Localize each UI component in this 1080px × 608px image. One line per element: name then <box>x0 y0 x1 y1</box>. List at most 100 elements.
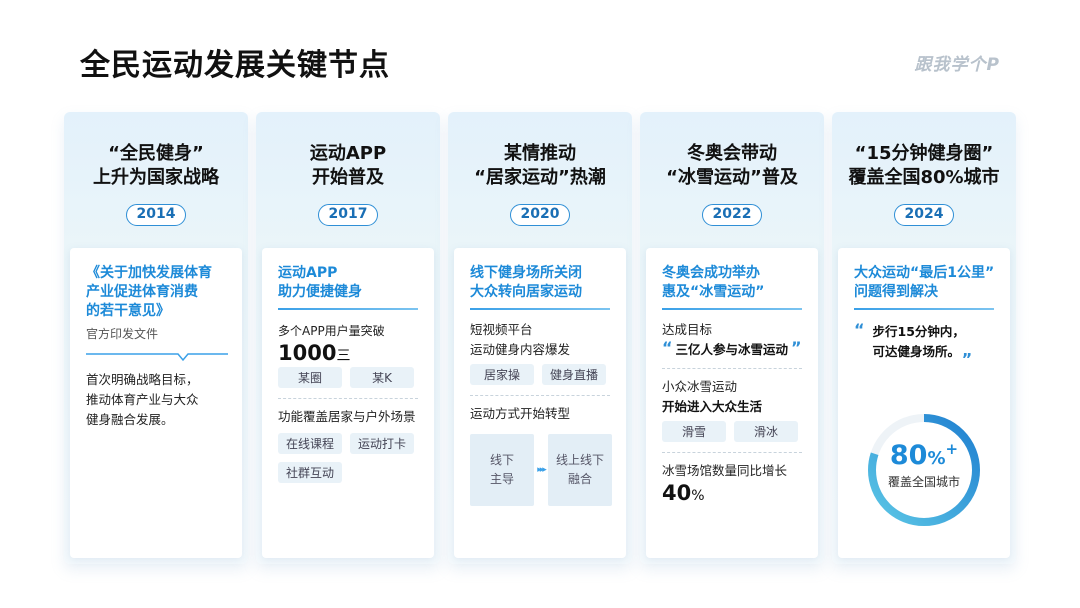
goal-text: 三亿人参与冰雪运动 <box>675 342 789 357</box>
flow-to-box: 线上线下 融合 <box>548 434 612 506</box>
flow-text: 融合 <box>567 472 592 486</box>
growth-number: 40 <box>662 481 692 505</box>
column-2014: “全民健身” 上升为国家战略 2014 《关于加快发展体育 产业促进体育消费 的… <box>64 112 248 564</box>
growth-value: 40% <box>662 481 804 505</box>
quote-open-icon: “ <box>662 338 673 357</box>
milestone-card: 冬奥会成功举办 惠及“冰雪运动” 达成目标 “ 三亿人参与冰雪运动 ” 小众冰雪… <box>646 248 818 558</box>
card-title-line: 大众运动“最后1公里” <box>854 265 995 281</box>
tag: 滑冰 <box>734 421 798 442</box>
milestone-card: 线下健身场所关闭 大众转向居家运动 短视频平台 运动健身内容爆发 居家操 健身直… <box>454 248 626 558</box>
heading-line: “居家运动”热潮 <box>474 167 606 188</box>
quote-close-icon: ” <box>791 338 802 357</box>
year-badge: 2014 <box>126 204 186 226</box>
body-line: 推动体育产业与大众 <box>86 392 199 407</box>
timeline-columns: “全民健身” 上升为国家战略 2014 《关于加快发展体育 产业促进体育消费 的… <box>64 112 1016 564</box>
heading-line: 覆盖全国80%城市 <box>848 167 1000 188</box>
page-title: 全民运动发展关键节点 <box>80 48 390 83</box>
column-heading: 运动APP 开始普及 <box>256 142 440 190</box>
tag: 在线课程 <box>278 433 342 454</box>
tag: 运动打卡 <box>350 433 414 454</box>
card-title: 线下健身场所关闭 大众转向居家运动 <box>470 264 612 302</box>
card-title-line: 问题得到解决 <box>854 284 938 300</box>
flow-text: 主导 <box>489 472 514 486</box>
tag-group: 某圈 某K <box>278 367 420 388</box>
heading-line: 上升为国家战略 <box>93 167 219 188</box>
body-line: 首次明确战略目标， <box>86 372 199 387</box>
body-line: 运动健身内容爆发 <box>470 342 571 357</box>
heading-line: 冬奥会带动 <box>687 143 777 164</box>
card-title: 大众运动“最后1公里” 问题得到解决 <box>854 264 996 302</box>
transition-flow: 线下主导 ▸▸▸ 线上线下 融合 <box>470 434 612 506</box>
column-heading: 某情推动 “居家运动”热潮 <box>448 142 632 190</box>
venue-growth-label: 冰雪场馆数量同比增长 <box>662 463 788 478</box>
card-title-line: 助力便捷健身 <box>278 284 362 300</box>
column-2022: 冬奥会带动 “冰雪运动”普及 2022 冬奥会成功举办 惠及“冰雪运动” 达成目… <box>640 112 824 564</box>
body-line: 短视频平台 <box>470 322 533 337</box>
year-badge: 2024 <box>894 204 954 226</box>
card-title-line: 《关于加快发展体育 <box>86 265 212 281</box>
ring-number: 80 <box>889 440 928 471</box>
year-badge: 2017 <box>318 204 378 226</box>
quote-close-icon: „ <box>962 341 973 360</box>
dashed-divider <box>470 395 610 396</box>
milestone-card: 运动APP 助力便捷健身 多个APP用户量突破 1000三 某圈 某K 功能覆盖… <box>262 248 434 558</box>
ring-percent: 80%+ <box>864 440 984 471</box>
heading-line: “全民健身” <box>108 143 204 164</box>
dashed-divider <box>662 368 802 369</box>
tag: 居家操 <box>470 364 534 385</box>
title-divider <box>278 308 418 310</box>
card-title-line: 的若干意见》 <box>86 303 170 319</box>
tag-group: 滑雪 滑冰 <box>662 421 804 442</box>
card-body: 首次明确战略目标， 推动体育产业与大众 健身融合发展。 <box>86 370 228 430</box>
flow-text: 线下 <box>489 453 514 467</box>
arrow-right-icon: ▸▸▸ <box>537 465 547 475</box>
heading-line: “冰雪运动”普及 <box>666 167 798 188</box>
coverage-ring: 80%+ 覆盖全国城市 <box>864 410 984 530</box>
column-2024: “15分钟健身圈” 覆盖全国80%城市 2024 大众运动“最后1公里” 问题得… <box>832 112 1016 564</box>
ring-label: 覆盖全国城市 <box>887 475 960 489</box>
card-title: 运动APP 助力便捷健身 <box>278 264 420 302</box>
heading-line: 运动APP <box>309 143 387 164</box>
card-title-line: 冬奥会成功举办 <box>662 265 760 281</box>
title-divider <box>470 308 610 310</box>
quote-line: 步行15分钟内， <box>872 324 965 339</box>
column-heading: “全民健身” 上升为国家战略 <box>64 142 248 190</box>
ring-plus: + <box>945 440 959 458</box>
dashed-divider <box>278 398 418 399</box>
flow-from-box: 线下 主导 <box>470 434 534 506</box>
card-title-line: 运动APP <box>278 265 338 281</box>
year-badge: 2022 <box>702 204 762 226</box>
title-divider <box>662 308 802 310</box>
column-heading: “15分钟健身圈” 覆盖全国80%城市 <box>832 142 1016 190</box>
milestone-card: 大众运动“最后1公里” 问题得到解决 “ 步行15分钟内， 可达健身场所。„ <box>838 248 1010 558</box>
walk-quote: “ 步行15分钟内， 可达健身场所。 „ <box>854 322 996 362</box>
card-title-line: 产业促进体育消费 <box>86 284 198 300</box>
card-title-line: 线下健身场所关闭 <box>470 265 582 281</box>
stat-value: 1000三 <box>278 341 420 365</box>
ring-center: 80%+ 覆盖全国城市 <box>864 440 984 490</box>
tag: 滑雪 <box>662 421 726 442</box>
card-title-line: 大众转向居家运动 <box>470 284 582 300</box>
transition-label: 运动方式开始转型 <box>470 406 571 421</box>
dashed-divider <box>662 452 802 453</box>
quote-open-icon: “ <box>854 320 865 339</box>
goal-label: 达成目标 <box>662 322 713 337</box>
snow-line: 小众冰雪运动 <box>662 379 738 394</box>
goal-quote: “ 三亿人参与冰雪运动 ” <box>662 340 804 360</box>
card-subtitle: 官方印发文件 <box>86 327 159 341</box>
column-2020: 某情推动 “居家运动”热潮 2020 线下健身场所关闭 大众转向居家运动 短视频… <box>448 112 632 564</box>
year-badge: 2020 <box>510 204 570 226</box>
callout-line <box>86 353 228 362</box>
tag: 某K <box>350 367 414 388</box>
milestone-card: 《关于加快发展体育 产业促进体育消费 的若干意见》 官方印发文件 首次明确战略目… <box>70 248 242 558</box>
card-title-line: 惠及“冰雪运动” <box>662 284 765 300</box>
column-2017: 运动APP 开始普及 2017 运动APP 助力便捷健身 多个APP用户量突破 … <box>256 112 440 564</box>
heading-line: 某情推动 <box>504 143 576 164</box>
tag: 社群互动 <box>278 462 342 483</box>
heading-line: “15分钟健身圈” <box>854 143 994 164</box>
stat-number: 1000 <box>278 341 337 365</box>
platform-text: 短视频平台 运动健身内容爆发 <box>470 320 612 360</box>
tag-group: 居家操 健身直播 <box>470 364 612 385</box>
tag: 某圈 <box>278 367 342 388</box>
snow-line-bold: 开始进入大众生活 <box>662 399 763 414</box>
